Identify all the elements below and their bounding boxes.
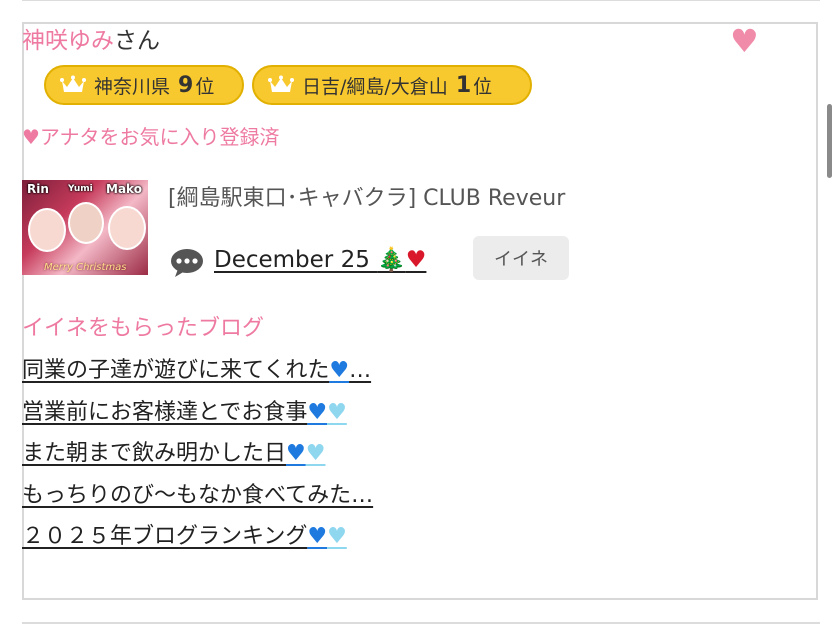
blue-heart-icon: ♥ xyxy=(286,441,306,466)
liked-blog-list: 同業の子達が遊びに来てくれた♥… 営業前にお客様達とでお食事♥♥ また朝まで飲み… xyxy=(22,356,373,564)
blue-heart-icon: ♥ xyxy=(307,399,328,425)
blog-post-title: もっちりのび〜もなか食べてみた… xyxy=(22,482,374,508)
red-heart-icon: ♥ xyxy=(405,247,427,273)
blog-post-link[interactable]: また朝まで飲み明かした日♥♥ xyxy=(22,439,373,481)
blog-post-title: ２０２５年ブログランキング xyxy=(22,524,308,549)
crown-icon xyxy=(60,75,86,92)
blog-post-link[interactable]: もっちりのび〜もなか食べてみた… xyxy=(22,481,373,523)
thumbnail-label: Yumi xyxy=(68,184,93,194)
blog-post-link[interactable]: 同業の子達が遊びに来てくれた♥… xyxy=(22,356,373,398)
blog-post-title: 営業前にお客様達とでお食事 xyxy=(22,399,308,425)
bottom-divider xyxy=(22,622,820,624)
cast-name-row[interactable]: 神咲ゆみさん xyxy=(22,26,160,56)
crown-icon xyxy=(268,75,294,92)
light-blue-heart-icon: ♥ xyxy=(305,441,326,466)
blog-post-title: 同業の子達が遊びに来てくれた xyxy=(22,358,330,383)
blue-heart-icon: ♥ xyxy=(329,358,350,383)
message-text: December 25 xyxy=(214,247,378,273)
cast-thumbnail[interactable]: Rin Yumi Mako Merry Christmas xyxy=(22,180,148,275)
speech-bubble-icon xyxy=(171,249,203,277)
latest-message-link[interactable]: December 25 🎄♥ xyxy=(214,244,426,276)
rank-badge-area[interactable]: 日吉/綱島/大倉山 1 位 xyxy=(252,65,532,105)
rank-suffix: 位 xyxy=(195,75,215,98)
rank-area: 神奈川県 xyxy=(94,75,171,98)
favorite-heart-icon[interactable]: ♥ xyxy=(730,24,759,58)
thumbnail-label: Mako xyxy=(106,182,142,196)
like-button[interactable]: イイネ xyxy=(473,236,569,280)
portrait-face xyxy=(108,206,146,250)
blog-post-link[interactable]: ２０２５年ブログランキング♥♥ xyxy=(22,522,373,564)
liked-blogs-heading: イイネをもらったブログ xyxy=(22,316,265,341)
rank-number: 1 xyxy=(455,72,472,98)
blog-post-ellipsis: … xyxy=(349,358,372,383)
light-blue-heart-icon: ♥ xyxy=(327,399,347,425)
portrait-face xyxy=(28,208,66,252)
portrait-face xyxy=(68,202,104,244)
scrollbar-thumb[interactable] xyxy=(827,104,832,178)
top-divider xyxy=(22,0,820,1)
shop-name-link[interactable]: [綱島駅東口･キャバクラ] CLUB Reveur xyxy=(168,184,565,214)
cast-name[interactable]: 神咲ゆみ xyxy=(22,28,114,54)
light-blue-heart-icon: ♥ xyxy=(327,524,347,549)
rank-badge-prefecture[interactable]: 神奈川県 9 位 xyxy=(44,65,244,105)
rank-area: 日吉/綱島/大倉山 xyxy=(302,75,448,98)
rank-suffix: 位 xyxy=(473,75,493,98)
favorite-status: ♥アナタをお気に入り登録済 xyxy=(22,125,280,149)
christmas-tree-icon: 🎄 xyxy=(377,247,406,273)
thumbnail-label: Rin xyxy=(27,182,49,196)
thumbnail-caption: Merry Christmas xyxy=(44,262,127,273)
blog-post-title: また朝まで飲み明かした日 xyxy=(22,441,287,466)
blog-post-link[interactable]: 営業前にお客様達とでお食事♥♥ xyxy=(22,398,373,440)
rank-number: 9 xyxy=(178,72,194,98)
blue-heart-icon: ♥ xyxy=(307,524,328,549)
cast-honorific: さん xyxy=(114,28,160,54)
